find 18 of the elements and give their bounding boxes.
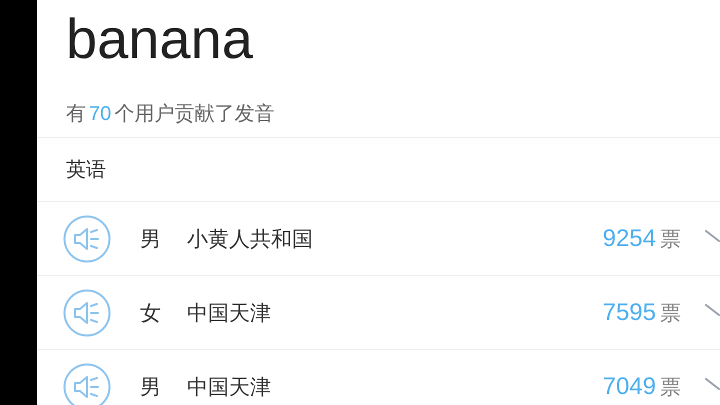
vote-count: 7595 [602,298,656,326]
speaker-icon[interactable] [63,288,111,336]
region-label: 中国天津 [187,374,272,400]
speaker-icon[interactable] [63,214,111,262]
contributors-text: 有 70个用户贡献了发音 [66,100,274,127]
vote-unit: 票 [660,374,681,400]
gender-label: 男 [140,374,162,400]
region-label: 小黄人共和国 [187,226,314,252]
vote-unit: 票 [660,226,681,252]
gender-label: 男 [140,226,162,252]
vote-count: 9254 [602,224,656,252]
word-title: banana [66,6,253,72]
gender-label: 女 [140,300,162,326]
vote-count: 7049 [602,372,656,400]
language-heading: 英语 [66,156,106,183]
vote-unit: 票 [660,300,681,326]
region-label: 中国天津 [187,300,272,326]
speaker-icon[interactable] [63,362,111,405]
